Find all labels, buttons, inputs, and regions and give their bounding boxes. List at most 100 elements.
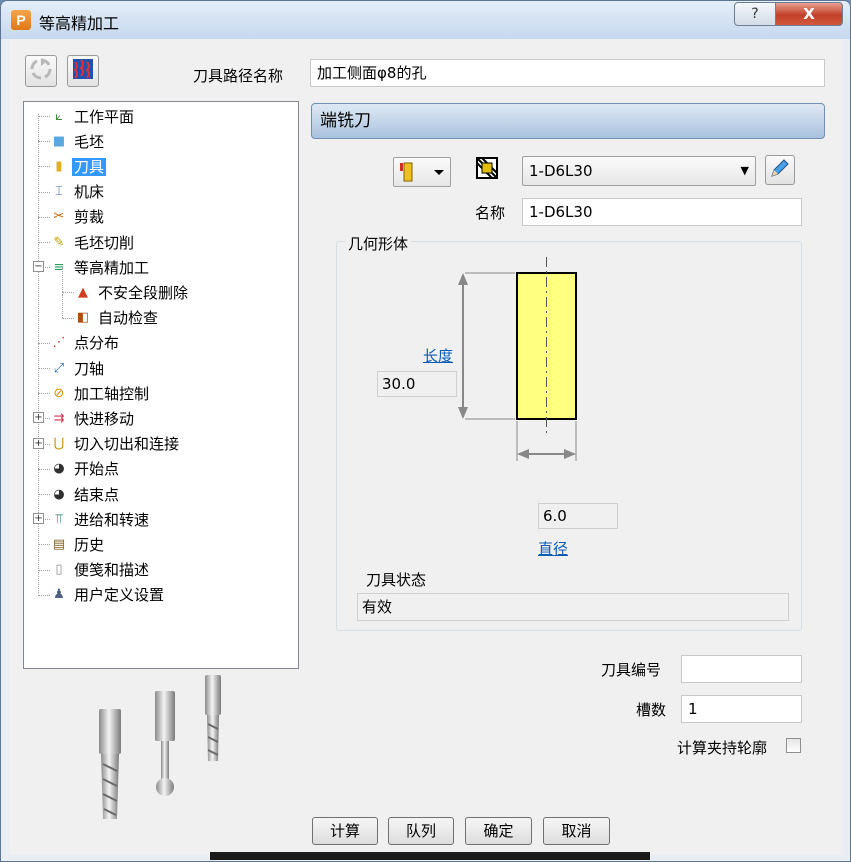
diameter-link[interactable]: 直径 bbox=[538, 538, 568, 559]
tool-selector-dropdown[interactable]: 1-D6L30 ▼ bbox=[522, 156, 756, 186]
expand-icon[interactable]: + bbox=[33, 513, 44, 525]
tree-item-label: 工作平面 bbox=[74, 107, 135, 126]
toolpath-name-input[interactable]: 加工侧面φ8的孔 bbox=[310, 59, 825, 87]
expand-icon[interactable]: + bbox=[33, 437, 44, 449]
tree-item[interactable]: ◕ 开始点 bbox=[50, 457, 121, 481]
tool-number-label: 刀具编号 bbox=[601, 661, 662, 679]
tool-axis-icon: ⤢ bbox=[53, 360, 65, 376]
end-point-icon: ◕ bbox=[53, 486, 65, 502]
tool-icon: ▮ bbox=[55, 158, 63, 174]
tree-item[interactable]: ⋰ 点分布 bbox=[50, 331, 121, 355]
pencil-icon bbox=[771, 159, 789, 177]
expand-icon[interactable]: + bbox=[33, 412, 44, 424]
trim-icon: ✂ bbox=[53, 209, 65, 225]
tree-item-label: 刀具 bbox=[72, 157, 107, 176]
tree-connector-branch bbox=[38, 393, 50, 395]
tree-item[interactable]: ⟀ 工作平面 bbox=[50, 104, 136, 128]
title-bar[interactable]: P 等高精加工 ? X bbox=[1, 1, 850, 39]
tree-item-label: 毛坯切削 bbox=[74, 233, 135, 252]
tree-item[interactable]: ⊘ 加工轴控制 bbox=[50, 381, 151, 405]
tool-database-button[interactable] bbox=[472, 155, 502, 185]
tree-item[interactable]: ✎ 毛坯切削 bbox=[50, 230, 136, 254]
rapid-move-icon: ⇉ bbox=[53, 410, 65, 426]
recycle-toolpath-button[interactable] bbox=[25, 55, 57, 87]
tree-item-label: 历史 bbox=[74, 535, 105, 554]
stock-cut-icon: ✎ bbox=[53, 234, 65, 250]
collapse-icon[interactable]: − bbox=[33, 261, 44, 273]
holder-profile-label: 计算夹持轮廓 bbox=[677, 739, 768, 757]
tree-item-label: 点分布 bbox=[74, 334, 120, 353]
help-button[interactable]: ? bbox=[734, 2, 776, 26]
geometry-group-title: 几何形体 bbox=[345, 233, 412, 254]
tree-item-label: 快进移动 bbox=[74, 409, 135, 428]
tree-connector-branch bbox=[38, 368, 50, 369]
tree-connector-branch bbox=[38, 166, 50, 168]
tree-item-label: 毛坯 bbox=[74, 132, 105, 151]
tree-item-label: 自动检查 bbox=[98, 309, 159, 328]
tree-connector-branch bbox=[38, 468, 50, 470]
tree-item[interactable]: ✂ 剪裁 bbox=[50, 205, 106, 229]
tree-item[interactable]: ▮ 刀具 bbox=[50, 154, 107, 178]
tree-item[interactable]: ⫪ 进给和转速 bbox=[50, 507, 151, 531]
tool-type-dropdown[interactable] bbox=[393, 157, 451, 187]
tree-item[interactable]: ♟ 用户定义设置 bbox=[50, 583, 166, 607]
tree-connector-branch bbox=[38, 141, 50, 143]
tree-item[interactable]: ⋃ 切入切出和连接 bbox=[50, 432, 181, 456]
app-icon: P bbox=[11, 10, 31, 30]
tree-connector-branch bbox=[38, 569, 50, 571]
tool-database-icon bbox=[476, 157, 498, 179]
ok-button[interactable]: 确定 bbox=[465, 817, 532, 845]
tree-item-label: 进给和转速 bbox=[74, 510, 150, 529]
toolpath-settings-tree[interactable]: ⟀ 工作平面 ■ 毛坯 ▮ 刀具 ⌶ 机床 ✂ 剪裁 ✎ 毛坯切削 − ≡ 等高精加工 ▲ 不安全段删除 ◧ 自动检… bbox=[23, 101, 299, 669]
user-settings-icon: ♟ bbox=[53, 587, 65, 603]
diameter-input[interactable]: 6.0 bbox=[538, 503, 618, 529]
queue-button[interactable]: 队列 bbox=[388, 817, 454, 845]
tool-number-input[interactable] bbox=[681, 655, 802, 683]
tool-name-input[interactable]: 1-D6L30 bbox=[522, 198, 802, 226]
tree-item-label: 机床 bbox=[74, 183, 105, 202]
tree-connector-branch bbox=[38, 242, 50, 243]
tree-item[interactable]: ▤ 历史 bbox=[50, 532, 106, 556]
auto-check-icon: ◧ bbox=[76, 310, 90, 326]
block-icon: ■ bbox=[52, 133, 66, 149]
holder-profile-checkbox[interactable] bbox=[786, 738, 801, 753]
tree-item[interactable]: ⤢ 刀轴 bbox=[50, 356, 106, 380]
tree-item[interactable]: ◕ 结束点 bbox=[50, 482, 121, 506]
tree-item-label: 不安全段删除 bbox=[98, 283, 189, 302]
toolpath-preview-button[interactable] bbox=[67, 55, 99, 87]
tree-connector-branch bbox=[38, 216, 50, 218]
point-distribution-icon: ⋰ bbox=[52, 335, 66, 351]
tree-item-label: 结束点 bbox=[74, 485, 120, 504]
tree-item[interactable]: ⌶ 机床 bbox=[50, 180, 106, 204]
toolpath-pattern-icon bbox=[73, 59, 93, 79]
cancel-button[interactable]: 取消 bbox=[543, 817, 610, 845]
end-mill-icon bbox=[400, 162, 444, 182]
length-input[interactable]: 30.0 bbox=[377, 371, 457, 397]
tree-item[interactable]: ▯ 便笺和描述 bbox=[50, 558, 151, 582]
tree-item-label: 刀轴 bbox=[74, 359, 105, 378]
tree-connector-branch bbox=[38, 544, 50, 546]
length-link[interactable]: 长度 bbox=[423, 345, 453, 366]
window-title: 等高精加工 bbox=[39, 14, 120, 33]
chevron-down-icon: ▼ bbox=[740, 164, 749, 177]
tree-item[interactable]: ■ 毛坯 bbox=[50, 129, 106, 153]
tree-item[interactable]: ◧ 自动检查 bbox=[74, 306, 160, 330]
calculate-button[interactable]: 计算 bbox=[312, 817, 378, 845]
flutes-input[interactable]: 1 bbox=[681, 695, 802, 723]
tree-item[interactable]: ⇉ 快进移动 bbox=[50, 406, 136, 430]
axis-control-icon: ⊘ bbox=[53, 385, 65, 401]
close-button[interactable]: X bbox=[775, 2, 843, 26]
tool-geometry-diagram bbox=[458, 257, 577, 461]
unsafe-segment-icon: ▲ bbox=[78, 284, 88, 300]
tree-connector-branch bbox=[38, 494, 50, 495]
toolpath-name-label: 刀具路径名称 bbox=[193, 67, 284, 85]
tree-connector-branch bbox=[38, 594, 50, 596]
tree-item[interactable]: ▲ 不安全段删除 bbox=[74, 280, 190, 304]
edit-tool-button[interactable] bbox=[765, 155, 795, 185]
tree-item-label: 便笺和描述 bbox=[74, 561, 150, 580]
tool-state-label: 刀具状态 bbox=[366, 571, 427, 589]
tree-item[interactable]: ≡ 等高精加工 bbox=[50, 255, 151, 279]
tree-item-label: 剪裁 bbox=[74, 208, 105, 227]
tree-connector-branch bbox=[38, 191, 50, 193]
notes-icon: ▯ bbox=[55, 562, 63, 578]
